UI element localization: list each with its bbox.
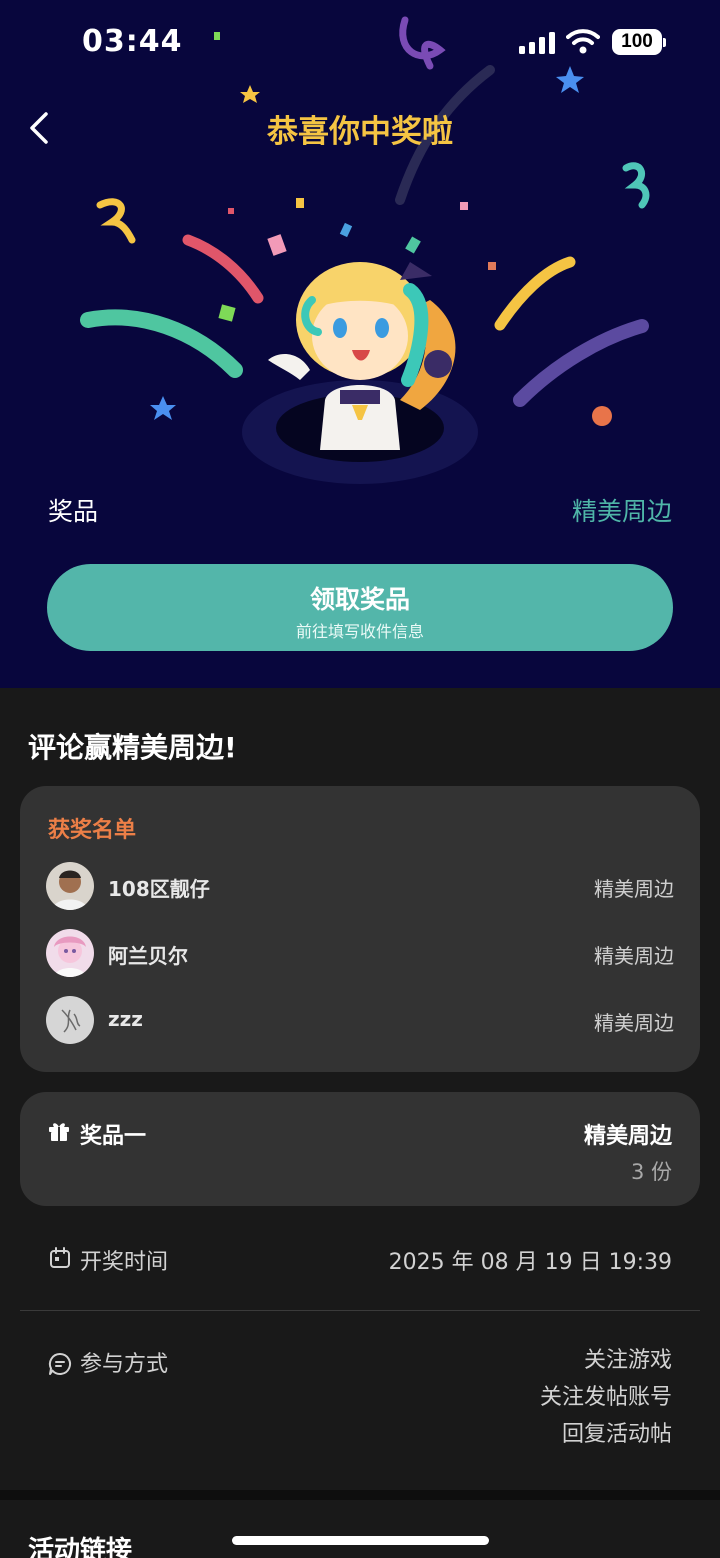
divider <box>20 1310 700 1311</box>
prize-label: 奖品 <box>48 497 99 526</box>
avatar[interactable] <box>46 862 94 910</box>
claim-prize-button[interactable]: 领取奖品 前往填写收件信息 <box>47 564 673 651</box>
activity-link-title: 活动链接 <box>28 1536 133 1558</box>
winner-row[interactable]: zzz 精美周边 <box>46 996 674 1046</box>
participation-row: 参与方式 关注游戏 关注发帖账号 回复活动帖 <box>48 1346 672 1466</box>
prize-value: 精美周边 <box>571 497 672 526</box>
participation-method: 关注游戏 <box>583 1348 672 1373</box>
avatar[interactable] <box>46 996 94 1044</box>
winner-prize: 精美周边 <box>594 944 674 968</box>
home-indicator[interactable] <box>232 1536 489 1545</box>
claim-button-title: 领取奖品 <box>309 585 410 614</box>
winner-row[interactable]: 108区靓仔 精美周边 <box>46 862 674 912</box>
winner-prize: 精美周边 <box>594 877 674 901</box>
participation-method: 回复活动帖 <box>561 1422 672 1447</box>
winner-name: 108区靓仔 <box>108 877 210 901</box>
winners-card: 获奖名单 108区靓仔 精美周边 阿兰贝尔 精美周边 zzz 精美周边 <box>20 786 700 1072</box>
draw-time-value: 2025 年 08 月 19 日 19:39 <box>388 1250 672 1275</box>
prize-tier-count: 3 份 <box>630 1160 672 1184</box>
status-time: 03:44 <box>82 24 183 59</box>
winner-name: zzz <box>108 1007 143 1031</box>
section-title: 评论赢精美周边! <box>28 731 237 764</box>
cellular-signal-icon <box>519 32 555 54</box>
prize-row: 奖品 精美周边 <box>48 490 672 526</box>
winner-prize: 精美周边 <box>594 1011 674 1035</box>
page-title: 恭喜你中奖啦 <box>267 114 453 150</box>
participation-method: 关注发帖账号 <box>539 1385 672 1410</box>
winner-row[interactable]: 阿兰贝尔 精美周边 <box>46 929 674 979</box>
calendar-icon <box>50 1247 70 1268</box>
wifi-icon <box>566 29 600 54</box>
section-separator <box>0 1490 720 1500</box>
draw-time-row: 开奖时间 2025 年 08 月 19 日 19:39 <box>48 1244 672 1275</box>
comment-icon <box>48 1352 71 1375</box>
gift-icon <box>49 1123 69 1141</box>
draw-time-label: 开奖时间 <box>80 1250 169 1275</box>
claim-button-subtitle: 前往填写收件信息 <box>295 622 424 641</box>
battery-icon: 100 <box>612 29 666 55</box>
prize-card: 奖品一 精美周边 3 份 <box>20 1092 700 1206</box>
prize-tier-value: 精美周边 <box>583 1124 672 1149</box>
hero-banner: 03:44 100 恭喜你中奖啦 奖品 精美周边 领取奖品 前往填写收件信息 <box>0 0 720 688</box>
battery-level: 100 <box>612 29 662 55</box>
participation-methods: 关注游戏 关注发帖账号 回复活动帖 <box>540 1342 672 1453</box>
prize-tier-label: 奖品一 <box>80 1124 147 1149</box>
avatar[interactable] <box>46 929 94 977</box>
winners-title: 获奖名单 <box>48 818 137 843</box>
winner-name: 阿兰贝尔 <box>108 944 188 968</box>
status-bar: 03:44 100 <box>0 0 720 86</box>
participation-label: 参与方式 <box>80 1352 169 1377</box>
